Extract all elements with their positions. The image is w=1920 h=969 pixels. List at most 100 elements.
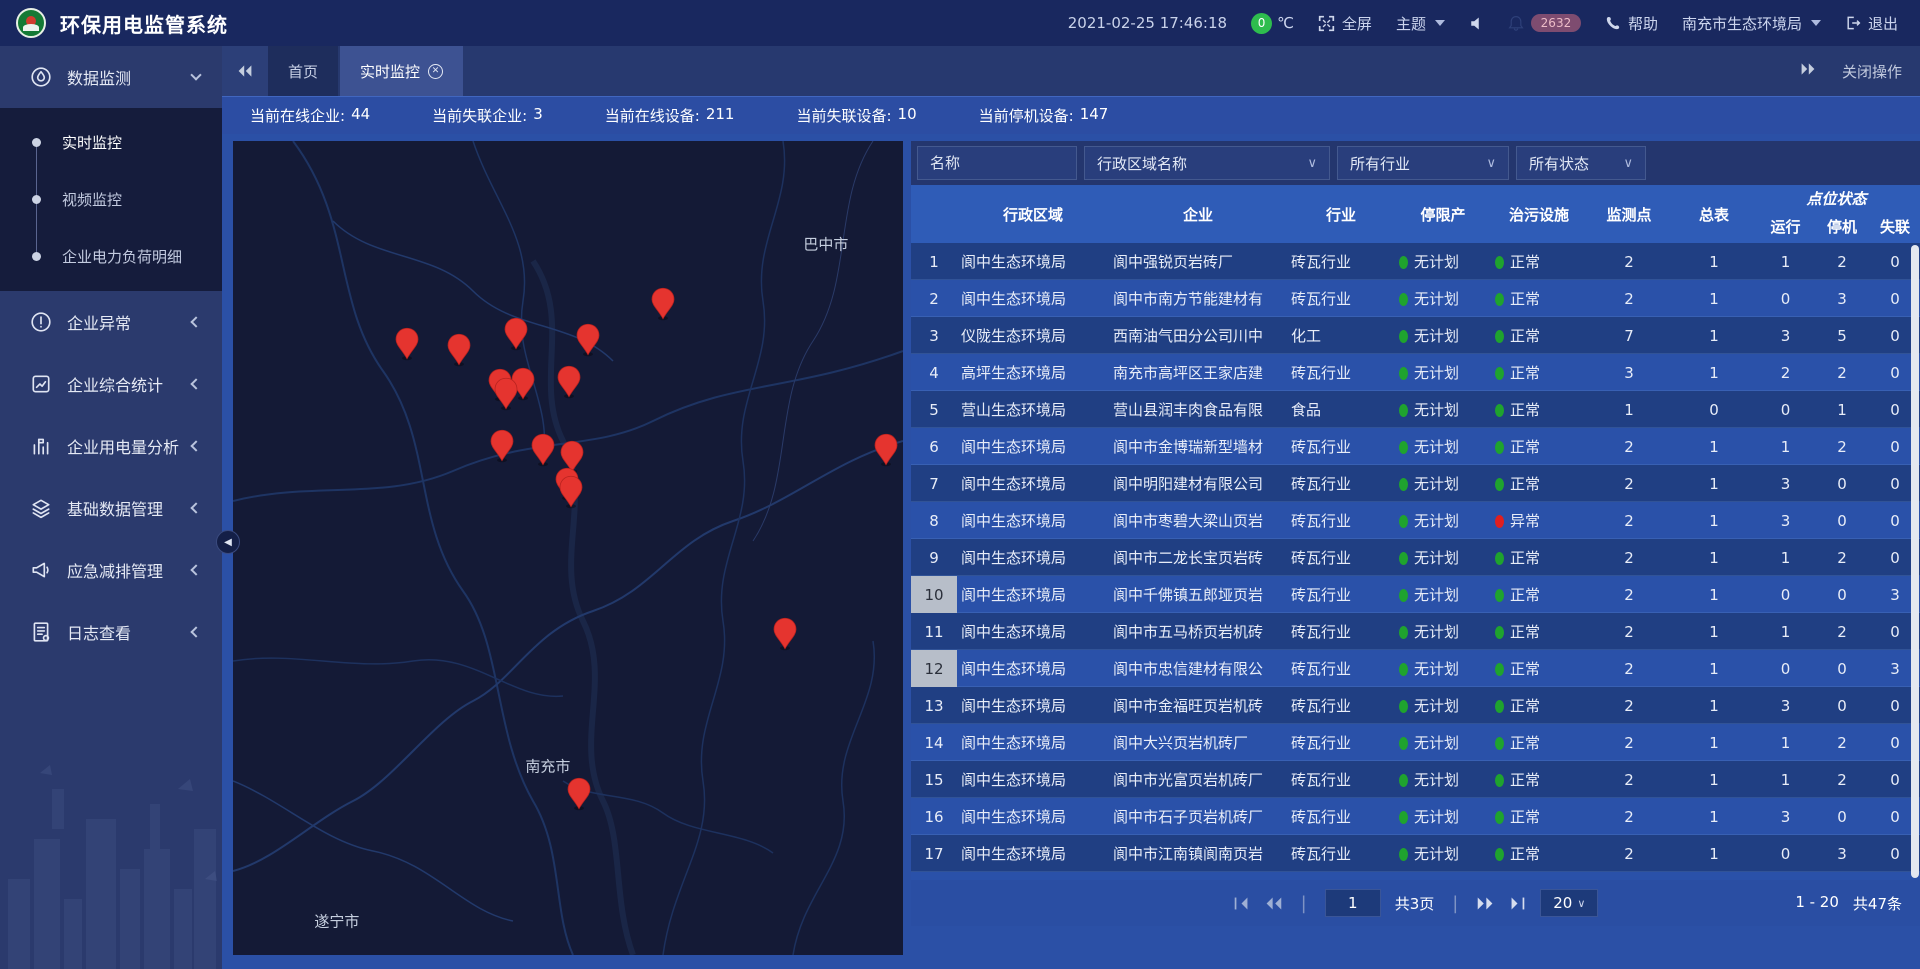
help-button[interactable]: 帮助: [1605, 13, 1658, 34]
sidebar-item-data-monitor[interactable]: 数据监测: [0, 46, 222, 108]
table-scrollbar[interactable]: [1911, 245, 1919, 878]
map-pin[interactable]: [873, 433, 899, 467]
cell-stop-plan-status: 无计划: [1395, 732, 1491, 753]
sidebar-item-power-analysis[interactable]: 企业用电量分析: [0, 415, 222, 477]
sidebar-subitem-企业电力负荷明细[interactable]: 企业电力负荷明细: [0, 228, 222, 285]
cell-region: 阆中生态环境局: [957, 251, 1109, 272]
map[interactable]: 巴中市南充市遂宁市: [233, 141, 903, 955]
map-pin[interactable]: [566, 777, 592, 811]
map-pin[interactable]: [493, 377, 519, 411]
fullscreen-button[interactable]: 全屏: [1318, 13, 1372, 34]
table-row[interactable]: 9阆中生态环境局阆中市二龙长宝页岩砖砖瓦行业无计划正常21120: [911, 539, 1920, 576]
table-row[interactable]: 18南部生态环境局南部县双佳上河有限公建材加工无计划正常52052: [911, 872, 1920, 880]
region-filter-select[interactable]: 行政区域名称∨: [1084, 146, 1330, 180]
table-row[interactable]: 16阆中生态环境局阆中市石子页岩机砖厂砖瓦行业无计划正常21300: [911, 798, 1920, 835]
sidebar: 数据监测实时监控视频监控企业电力负荷明细企业异常企业综合统计企业用电量分析基础数…: [0, 46, 222, 969]
tab-实时监控[interactable]: 实时监控✕: [340, 46, 463, 96]
map-pin[interactable]: [503, 316, 529, 350]
pin-icon: [556, 365, 582, 399]
chevron-left-icon: [190, 440, 201, 451]
mute-button[interactable]: [1469, 16, 1484, 31]
map-pin[interactable]: [530, 433, 556, 467]
map-pin[interactable]: [489, 429, 515, 463]
table-row[interactable]: 8阆中生态环境局阆中市枣碧大梁山页岩砖瓦行业无计划异常21300: [911, 502, 1920, 539]
stat-value: 10: [898, 105, 917, 126]
cell-run-count: 3: [1757, 512, 1814, 530]
bullet-icon: [32, 138, 41, 147]
status-dot-icon: [1495, 330, 1504, 343]
pin-icon: [566, 777, 592, 811]
cell-facility-status: 正常: [1491, 362, 1587, 383]
sidebar-subitem-视频监控[interactable]: 视频监控: [0, 171, 222, 228]
table-row[interactable]: 7阆中生态环境局阆中明阳建材有限公司砖瓦行业无计划正常21300: [911, 465, 1920, 502]
table-row[interactable]: 13阆中生态环境局阆中市金福旺页岩机砖砖瓦行业无计划正常21300: [911, 687, 1920, 724]
map-collapse-button[interactable]: ◀: [216, 530, 240, 554]
close-operations-button[interactable]: 关闭操作: [1842, 61, 1902, 82]
sidebar-item-enterprise-statistics[interactable]: 企业综合统计: [0, 353, 222, 415]
cell-index: 1: [911, 243, 957, 280]
map-pin[interactable]: [650, 286, 676, 320]
close-tab-icon[interactable]: ✕: [428, 64, 443, 79]
name-filter-input[interactable]: [930, 154, 1064, 172]
sidebar-subitem-实时监控[interactable]: 实时监控: [0, 114, 222, 171]
cell-company: 阆中大兴页岩机砖厂: [1109, 732, 1287, 753]
page-number-input[interactable]: [1325, 889, 1381, 917]
stat-item: 当前失联企业:3: [432, 105, 543, 126]
logout-icon: [1845, 15, 1861, 31]
previous-page-button[interactable]: [1264, 896, 1283, 911]
table-row[interactable]: 12阆中生态环境局阆中市忠信建材有限公砖瓦行业无计划正常21003: [911, 650, 1920, 687]
table-row[interactable]: 15阆中生态环境局阆中市光富页岩机砖厂砖瓦行业无计划正常21120: [911, 761, 1920, 798]
table-row[interactable]: 17阆中生态环境局阆中市江南镇阆南页岩砖瓦行业无计划正常21030: [911, 835, 1920, 872]
cell-facility-status: 正常: [1491, 584, 1587, 605]
cell-facility-status: 正常: [1491, 621, 1587, 642]
table-row[interactable]: 6阆中生态环境局阆中市金博瑞新型墙材砖瓦行业无计划正常21120: [911, 428, 1920, 465]
status-dot-icon: [1495, 737, 1504, 750]
sidebar-item-base-data[interactable]: 基础数据管理: [0, 477, 222, 539]
theme-button[interactable]: 主题: [1396, 13, 1445, 34]
map-pin[interactable]: [446, 333, 472, 367]
table-row[interactable]: 1阆中生态环境局阆中强锐页岩砖厂砖瓦行业无计划正常21120: [911, 243, 1920, 280]
sidebar-item-log-view[interactable]: 日志查看: [0, 601, 222, 663]
organization-menu[interactable]: 南充市生态环境局: [1682, 13, 1821, 34]
status-dot-icon: [1495, 589, 1504, 602]
cell-stopped-count: 2: [1814, 438, 1870, 456]
industry-filter-select[interactable]: 所有行业∨: [1337, 146, 1509, 180]
map-pin[interactable]: [556, 365, 582, 399]
name-filter-field[interactable]: [917, 146, 1077, 180]
first-page-button[interactable]: [1233, 896, 1250, 911]
table-row[interactable]: 11阆中生态环境局阆中市五马桥页岩机砖砖瓦行业无计划正常21120: [911, 613, 1920, 650]
chevron-down-icon: ∨: [1307, 156, 1317, 171]
sidebar-item-emergency-reduction[interactable]: 应急减排管理: [0, 539, 222, 601]
cell-monitor-count: 2: [1587, 623, 1671, 641]
table-row[interactable]: 3仪陇生态环境局西南油气田分公司川中化工无计划正常71350: [911, 317, 1920, 354]
logout-button[interactable]: 退出: [1845, 13, 1898, 34]
table-row[interactable]: 4高坪生态环境局南充市高坪区王家店建砖瓦行业无计划正常31220: [911, 354, 1920, 391]
stat-label: 当前在线设备:: [605, 105, 700, 126]
tab-首页[interactable]: 首页: [268, 46, 338, 96]
table-row[interactable]: 10阆中生态环境局阆中千佛镇五郎垭页岩砖瓦行业无计划正常21003: [911, 576, 1920, 613]
sidebar-item-enterprise-abnormal[interactable]: 企业异常: [0, 291, 222, 353]
map-pin[interactable]: [394, 326, 420, 360]
notification-count-badge: 2632: [1531, 14, 1581, 32]
next-page-button[interactable]: [1476, 896, 1495, 911]
cell-company: 南充市高坪区王家店建: [1109, 362, 1287, 383]
last-page-button[interactable]: [1509, 896, 1526, 911]
cell-monitor-count: 2: [1587, 475, 1671, 493]
app-header: 环保用电监管系统 2021-02-25 17:46:18 0 ℃ 全屏 主题 2…: [0, 0, 1920, 46]
notifications-button[interactable]: 2632: [1508, 14, 1581, 32]
map-pin[interactable]: [772, 617, 798, 651]
table-row[interactable]: 2阆中生态环境局阆中市南方节能建材有砖瓦行业无计划正常21030: [911, 280, 1920, 317]
tabs-scroll-right-button[interactable]: [1800, 62, 1816, 80]
map-pin[interactable]: [558, 474, 584, 508]
stats-bar: 当前在线企业:44当前失联企业:3当前在线设备:211当前失联设备:10当前停机…: [222, 96, 1920, 134]
cell-company: 阆中市忠信建材有限公: [1109, 658, 1287, 679]
map-pin[interactable]: [575, 323, 601, 357]
table-row[interactable]: 5营山生态环境局营山县润丰肉食品有限食品无计划正常10010: [911, 391, 1920, 428]
page-size-select[interactable]: 20∨: [1540, 889, 1598, 917]
tabs-scroll-left-button[interactable]: [222, 46, 268, 96]
status-filter-select[interactable]: 所有状态∨: [1516, 146, 1646, 180]
table-row[interactable]: 14阆中生态环境局阆中大兴页岩机砖厂砖瓦行业无计划正常21120: [911, 724, 1920, 761]
cell-company: 阆中市枣碧大梁山页岩: [1109, 510, 1287, 531]
cell-meter-count: 1: [1671, 253, 1757, 271]
pager-divider: |: [1452, 893, 1458, 914]
